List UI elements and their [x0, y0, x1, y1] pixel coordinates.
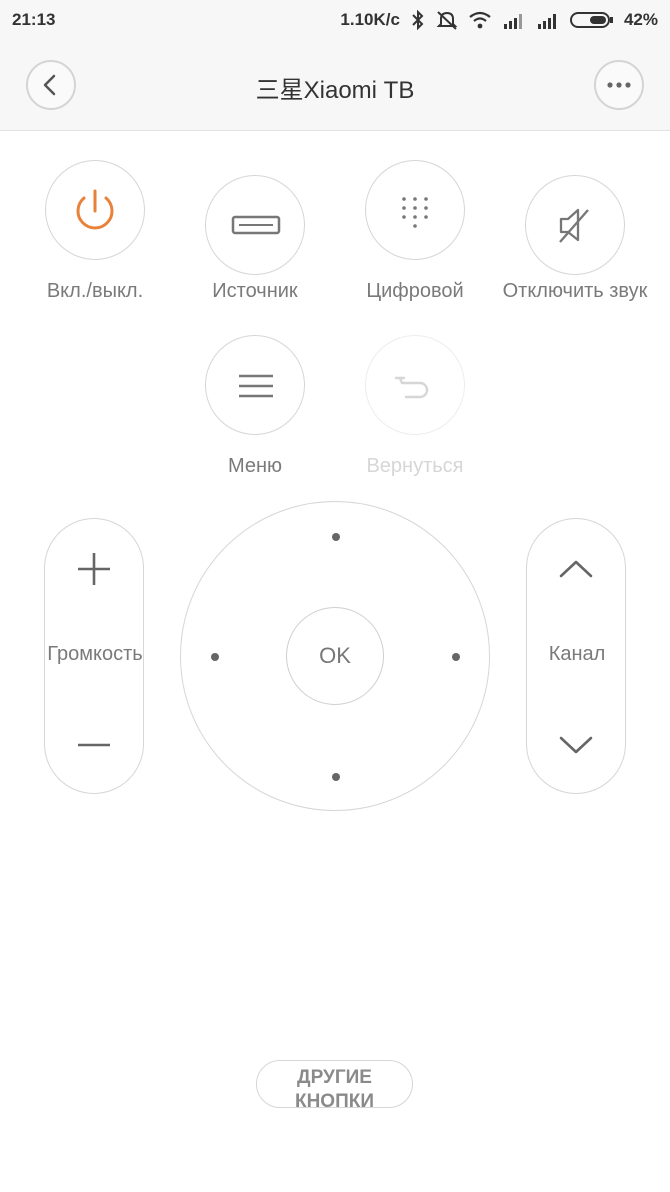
dpad-up-button[interactable] [332, 533, 340, 541]
volume-down-button[interactable] [45, 705, 143, 785]
other-buttons-button[interactable]: ДРУГИЕ КНОПКИ [256, 1060, 413, 1108]
volume-control: Громкость [44, 518, 144, 794]
keypad-icon [402, 197, 428, 228]
minus-icon [78, 743, 110, 747]
menu-label: Меню [227, 455, 283, 477]
signal-icon-2 [536, 11, 560, 29]
dpad-left-button[interactable] [211, 653, 219, 661]
channel-control: Канал [526, 518, 626, 794]
more-dots-icon [607, 82, 631, 88]
battery-percent: 42% [623, 10, 658, 29]
return-icon [394, 376, 429, 399]
volume-up-button[interactable] [45, 529, 143, 609]
return-button[interactable] [365, 335, 465, 435]
mute-label: Отключить звук [502, 280, 648, 302]
dpad: OK [180, 501, 490, 811]
digital-button[interactable] [365, 160, 465, 260]
more-options-button[interactable] [594, 60, 644, 110]
volume-label: Громкость [47, 643, 143, 665]
power-label: Вкл./выкл. [46, 280, 144, 302]
bluetooth-icon [410, 10, 426, 30]
power-icon [76, 189, 114, 230]
header: 三星Xiaomi ТВ [0, 40, 670, 130]
channel-up-button[interactable] [527, 529, 625, 609]
power-button[interactable] [45, 160, 145, 260]
dpad-down-button[interactable] [332, 773, 340, 781]
ok-button[interactable]: OK [286, 607, 384, 705]
status-right: 1.10K/c 42% [340, 10, 658, 30]
mute-notifications-icon [436, 10, 458, 30]
input-source-icon [231, 215, 281, 235]
status-time: 21:13 [12, 10, 56, 29]
menu-icon [239, 374, 273, 398]
plus-icon [78, 553, 110, 585]
status-bar: 21:13 1.10K/c 42% [0, 0, 670, 40]
wifi-icon [468, 11, 492, 29]
source-label: Источник передачи [211, 280, 299, 312]
menu-button[interactable] [205, 335, 305, 435]
mute-icon [559, 208, 589, 243]
battery-icon [569, 11, 614, 29]
chevron-up-icon [559, 560, 593, 578]
top-bar: 21:13 1.10K/c 42% 三星Xiaomi ТВ [0, 0, 670, 131]
mute-button[interactable] [525, 175, 625, 275]
page-title: 三星Xiaomi ТВ [255, 77, 415, 104]
signal-icon-1 [502, 11, 526, 29]
source-button[interactable] [205, 175, 305, 275]
network-speed: 1.10K/c [340, 10, 400, 29]
channel-label: Канал [548, 643, 606, 665]
return-label: Вернуться [366, 455, 464, 477]
channel-down-button[interactable] [527, 705, 625, 785]
digital-label: Цифровой [366, 280, 464, 302]
chevron-down-icon [559, 736, 593, 754]
dpad-right-button[interactable] [452, 653, 460, 661]
